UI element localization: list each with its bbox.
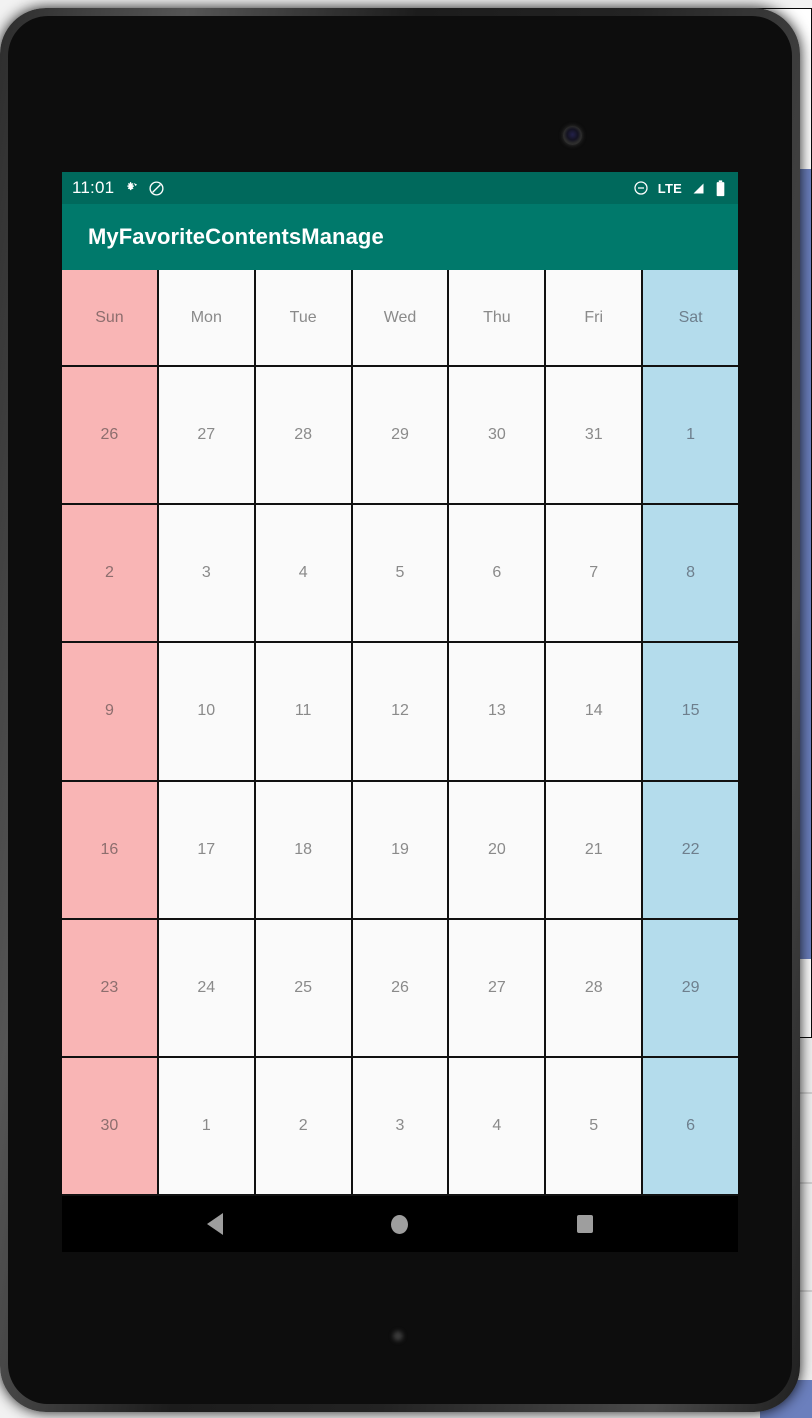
calendar-day-cell[interactable]: 24: [158, 919, 254, 1056]
app-bar: MyFavoriteContentsManage: [62, 204, 738, 270]
calendar-day-cell[interactable]: 19: [352, 781, 448, 918]
weekday-header-tue: Tue: [255, 270, 351, 365]
calendar-day-cell[interactable]: 13: [449, 643, 545, 780]
calendar-day-cell[interactable]: 22: [643, 781, 738, 918]
calendar-week-row: 2 3 4 5 6 7 8: [62, 505, 738, 642]
status-clock: 11:01: [72, 178, 115, 197]
signal-icon: [691, 181, 706, 196]
recents-button[interactable]: [555, 1204, 615, 1244]
calendar-day-cell[interactable]: 2: [255, 1057, 351, 1195]
calendar-day-cell[interactable]: 4: [449, 1057, 545, 1195]
home-circle-icon: [391, 1214, 409, 1234]
back-triangle-icon: [206, 1213, 223, 1235]
battery-icon: [715, 179, 726, 197]
calendar-day-cell[interactable]: 18: [255, 781, 351, 918]
calendar-day-cell[interactable]: 6: [643, 1057, 738, 1195]
weekday-header-mon: Mon: [158, 270, 254, 365]
weekday-header-sat: Sat: [643, 270, 738, 365]
calendar-day-cell[interactable]: 5: [546, 1057, 642, 1195]
calendar-day-cell[interactable]: 21: [546, 781, 642, 918]
calendar-day-cell[interactable]: 5: [352, 505, 448, 642]
weekday-header-sun: Sun: [62, 270, 157, 365]
calendar-day-cell[interactable]: 4: [255, 505, 351, 642]
status-bar-right: LTE: [633, 179, 726, 197]
android-navigation-bar: [62, 1196, 738, 1252]
calendar-day-cell[interactable]: 30: [62, 1057, 157, 1195]
do-not-disturb-icon: [148, 180, 165, 197]
calendar-day-cell[interactable]: 6: [449, 505, 545, 642]
calendar-day-cell[interactable]: 31: [546, 367, 642, 504]
calendar-day-cell[interactable]: 29: [643, 919, 738, 1056]
calendar-day-cell[interactable]: 12: [352, 643, 448, 780]
calendar-week-row: 16 17 18 19 20 21 22: [62, 781, 738, 918]
calendar-week-row: 23 24 25 26 27 28 29: [62, 919, 738, 1056]
do-not-disturb-icon: [633, 180, 649, 196]
calendar-grid: Sun Mon Tue Wed Thu Fri Sat 26 27 28 29 …: [62, 270, 738, 1196]
calendar-header-row: Sun Mon Tue Wed Thu Fri Sat: [62, 270, 738, 365]
calendar-day-cell[interactable]: 23: [62, 919, 157, 1056]
calendar-day-cell[interactable]: 27: [449, 919, 545, 1056]
device-screen: 11:01 LTE MyFavoriteContentsManage Sun M…: [62, 172, 738, 1252]
calendar-day-cell[interactable]: 28: [546, 919, 642, 1056]
calendar-day-cell[interactable]: 26: [352, 919, 448, 1056]
status-bar: 11:01 LTE: [62, 172, 738, 204]
calendar-day-cell[interactable]: 26: [62, 367, 157, 504]
home-button[interactable]: [370, 1204, 430, 1244]
calendar-day-cell[interactable]: 3: [352, 1057, 448, 1195]
calendar-day-cell[interactable]: 1: [158, 1057, 254, 1195]
calendar-day-cell[interactable]: 25: [255, 919, 351, 1056]
calendar-day-cell[interactable]: 17: [158, 781, 254, 918]
calendar-day-cell[interactable]: 28: [255, 367, 351, 504]
bottom-sensor-icon: [393, 1331, 403, 1341]
developer-options-icon: [123, 180, 139, 196]
calendar-day-cell[interactable]: 10: [158, 643, 254, 780]
calendar-day-cell[interactable]: 16: [62, 781, 157, 918]
network-type-label: LTE: [657, 180, 682, 196]
calendar-day-cell[interactable]: 2: [62, 505, 157, 642]
recents-square-icon: [577, 1215, 594, 1233]
weekday-header-wed: Wed: [352, 270, 448, 365]
calendar-day-cell[interactable]: 15: [643, 643, 738, 780]
status-bar-left: 11:01: [72, 178, 165, 198]
calendar-week-row: 30 1 2 3 4 5 6: [62, 1057, 738, 1195]
weekday-header-fri: Fri: [546, 270, 642, 365]
calendar-day-cell[interactable]: 14: [546, 643, 642, 780]
calendar-day-cell[interactable]: 30: [449, 367, 545, 504]
back-button[interactable]: [185, 1204, 245, 1244]
calendar-day-cell[interactable]: 20: [449, 781, 545, 918]
calendar-day-cell[interactable]: 27: [158, 367, 254, 504]
page-title: MyFavoriteContentsManage: [88, 224, 384, 249]
calendar-day-cell[interactable]: 1: [643, 367, 738, 504]
calendar-day-cell[interactable]: 11: [255, 643, 351, 780]
calendar-day-cell[interactable]: 8: [643, 505, 738, 642]
front-camera-icon: [563, 126, 582, 145]
calendar-day-cell[interactable]: 29: [352, 367, 448, 504]
weekday-header-thu: Thu: [449, 270, 545, 365]
calendar-day-cell[interactable]: 9: [62, 643, 157, 780]
calendar-week-row: 26 27 28 29 30 31 1: [62, 367, 738, 504]
calendar-day-cell[interactable]: 3: [158, 505, 254, 642]
calendar-week-row: 9 10 11 12 13 14 15: [62, 643, 738, 780]
calendar-day-cell[interactable]: 7: [546, 505, 642, 642]
